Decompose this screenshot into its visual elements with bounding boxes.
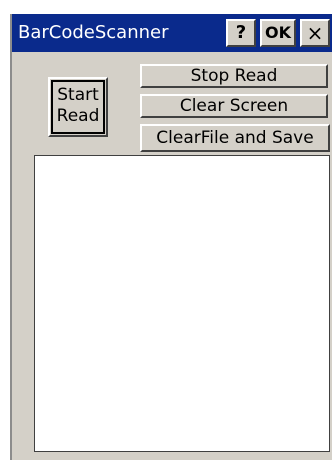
app-window: BarCodeScanner ? OK × Start Read Stop Re…: [10, 14, 332, 460]
clear-file-and-save-button[interactable]: ClearFile and Save: [140, 124, 330, 152]
window-title: BarCodeScanner: [18, 22, 169, 43]
ok-button[interactable]: OK: [260, 19, 296, 47]
scan-output-area[interactable]: [34, 155, 330, 452]
title-bar: BarCodeScanner ? OK ×: [12, 14, 332, 52]
close-button[interactable]: ×: [300, 19, 330, 47]
stop-read-button[interactable]: Stop Read: [140, 64, 328, 88]
start-read-label-line2: Read: [56, 106, 100, 126]
start-read-button[interactable]: Start Read: [48, 77, 108, 137]
help-button[interactable]: ?: [226, 19, 256, 47]
clear-screen-button[interactable]: Clear Screen: [140, 94, 328, 118]
start-read-label-line1: Start: [57, 85, 99, 105]
